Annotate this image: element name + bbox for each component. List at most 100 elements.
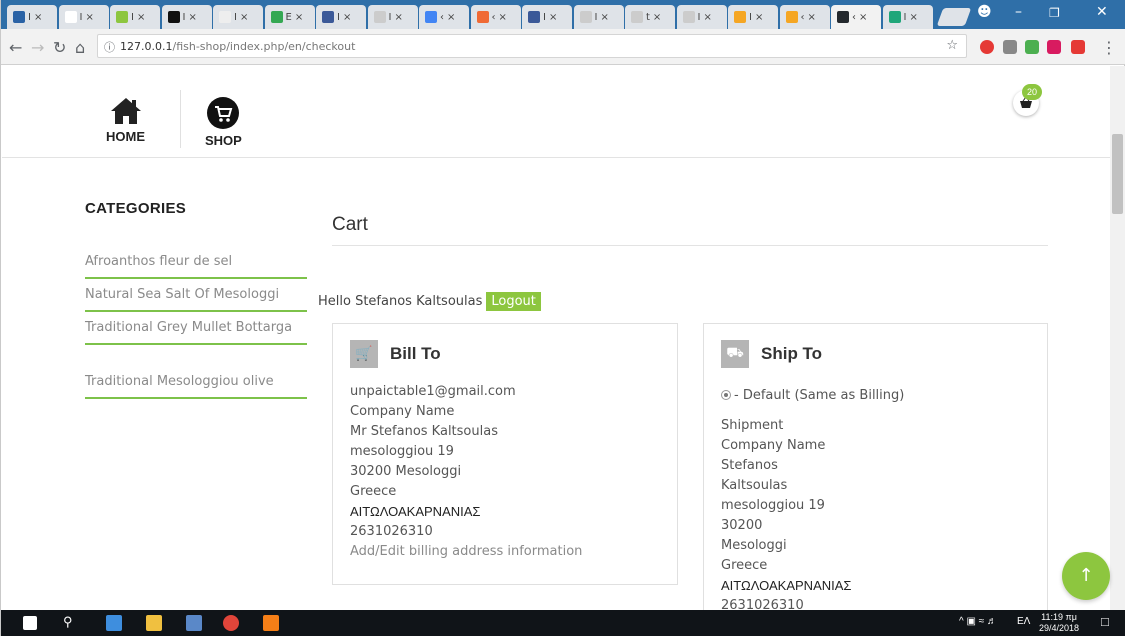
ship-line: 30200 [721,518,763,533]
tab-close-icon[interactable]: × [295,12,303,23]
tab-close-icon[interactable]: × [909,12,917,23]
clock[interactable]: 11:19 πμ 29/4/2018 [1039,612,1079,634]
browser-tab[interactable]: Ι × [728,5,778,29]
tab-favicon-icon [631,11,643,23]
bill-phone: 2631026310 [350,524,433,539]
maximize-button[interactable]: ❐ [1049,6,1060,20]
browser-tab[interactable]: t × [625,5,675,29]
browser-tab[interactable]: Ι × [7,5,57,29]
edit-billing-link[interactable]: Add/Edit billing address information [350,542,582,562]
bookmark-star-icon[interactable]: ☆ [946,38,958,53]
edge-icon[interactable] [106,615,122,631]
minimize-button[interactable]: – [1015,4,1022,20]
tab-label: Ι [79,11,83,23]
tab-label: Ι [594,11,598,23]
forward-icon[interactable]: → [31,38,44,57]
tab-label: Ι [234,11,237,23]
nav-shop-label: SHOP [205,133,242,148]
cart-icon [207,97,240,129]
radio-button[interactable] [721,390,731,400]
category-item[interactable]: Traditional Mesologgiou olive [85,372,307,399]
search-icon[interactable]: ⚲ [63,614,73,630]
media-extension-icon[interactable] [1047,40,1061,54]
address-bar[interactable]: ⓘ 127.0.0.1/fish-shop/index.php/en/check… [97,34,967,58]
nav-shop[interactable]: SHOP [205,96,242,148]
scroll-to-top-button[interactable]: ↑ [1062,552,1110,600]
notifications-icon[interactable]: □ [1101,614,1109,629]
close-button[interactable]: ✕ [1096,4,1108,20]
new-tab-button[interactable] [936,8,972,26]
notepad-icon[interactable] [186,615,202,631]
nav-home[interactable]: HOME [106,96,145,144]
tab-label: ‹ [491,11,496,23]
tab-close-icon[interactable]: × [755,12,763,23]
tab-close-icon[interactable]: × [499,12,507,23]
tab-close-icon[interactable]: × [703,12,711,23]
browser-tab[interactable]: Ε × [264,5,315,29]
tab-close-icon[interactable]: × [549,12,557,23]
browser-tab[interactable]: Ι × [522,5,572,29]
reload-icon[interactable]: ↻ [53,38,66,57]
url-text: 127.0.0.1/fish-shop/index.php/en/checkou… [120,40,356,53]
tab-close-icon[interactable]: × [394,12,402,23]
nav-home-label: HOME [106,129,145,144]
category-item[interactable]: Natural Sea Salt Of Mesologgi [85,285,307,312]
lock-extension-icon[interactable] [1003,40,1017,54]
bill-to-header: 🛒 Bill To [350,340,441,368]
browser-tab[interactable]: Ι × [110,5,160,29]
browser-tab[interactable]: Ι × [882,5,933,29]
ship-line: Shipment [721,418,784,433]
tab-label: ‹ [852,11,856,23]
xampp-icon[interactable] [263,615,279,631]
tab-close-icon[interactable]: × [85,12,93,23]
scrollbar-thumb[interactable] [1112,134,1123,214]
tab-close-icon[interactable]: × [447,12,455,23]
menu-icon[interactable]: ⋮ [1101,38,1117,57]
browser-tab[interactable]: Ι × [573,5,624,29]
tab-close-icon[interactable]: × [137,12,145,23]
tab-close-icon[interactable]: × [188,12,196,23]
page-content: HOME SHOP 20 CATEGORIES Afroanthos fleur… [2,66,1110,610]
file-explorer-icon[interactable] [146,615,162,631]
tab-close-icon[interactable]: × [859,12,867,23]
browser-tab[interactable]: Ι × [316,5,366,29]
bill-country: Greece [350,484,397,499]
category-item[interactable]: Afroanthos fleur de sel [85,252,307,279]
browser-tab[interactable]: Ι × [367,5,418,29]
browser-tab[interactable]: ‹ × [470,5,521,29]
browser-tab[interactable]: ‹ × [779,5,830,29]
tray-icons[interactable]: ^ ▣ ≈ ♬ [959,616,997,627]
browser-tab[interactable]: ‹ × [419,5,469,29]
default-shipping-option[interactable]: - Default (Same as Billing) [721,386,904,406]
browser-tab[interactable]: Ι × [676,5,727,29]
chrome-icon[interactable] [223,615,239,631]
tab-close-icon[interactable]: × [343,12,351,23]
browser-window: ☻ – ❐ ✕ Ι × Ι × Ι × Ι × Ι × Ε × Ι × Ι × ‹ × ‹ × Ι × Ι × t × Ι × Ι × ‹ ×… [0,0,1125,636]
logout-button[interactable]: Logout [486,292,541,311]
opera-extension-icon[interactable] [980,40,994,54]
info-icon[interactable]: ⓘ [104,39,115,55]
tab-favicon-icon [837,11,849,23]
tab-close-icon[interactable]: × [653,12,661,23]
tab-favicon-icon [167,11,180,23]
tab-favicon-icon [425,11,437,23]
profile-icon[interactable]: ☻ [977,4,992,20]
tab-close-icon[interactable]: × [600,12,608,23]
home-nav-icon[interactable]: ⌂ [75,38,85,57]
pdf-extension-icon[interactable] [1071,40,1085,54]
ship-phone: 2631026310 [721,598,804,610]
tab-favicon-icon [13,11,25,23]
tab-close-icon[interactable]: × [808,12,816,23]
browser-tab[interactable]: Ι × [58,5,109,29]
tab-favicon-icon [64,11,77,23]
back-icon[interactable]: ← [9,38,22,57]
browser-tab[interactable]: ‹ × [831,5,881,29]
tab-close-icon[interactable]: × [34,12,42,23]
browser-tab[interactable]: Ι × [161,5,212,29]
category-item[interactable]: Traditional Grey Mullet Bottarga [85,318,307,345]
windows-start-icon[interactable] [23,616,37,630]
browser-tab[interactable]: Ι × [213,5,263,29]
tab-close-icon[interactable]: × [240,12,248,23]
language-indicator[interactable]: ΕΛ [1017,616,1030,627]
puzzle-extension-icon[interactable] [1025,40,1039,54]
